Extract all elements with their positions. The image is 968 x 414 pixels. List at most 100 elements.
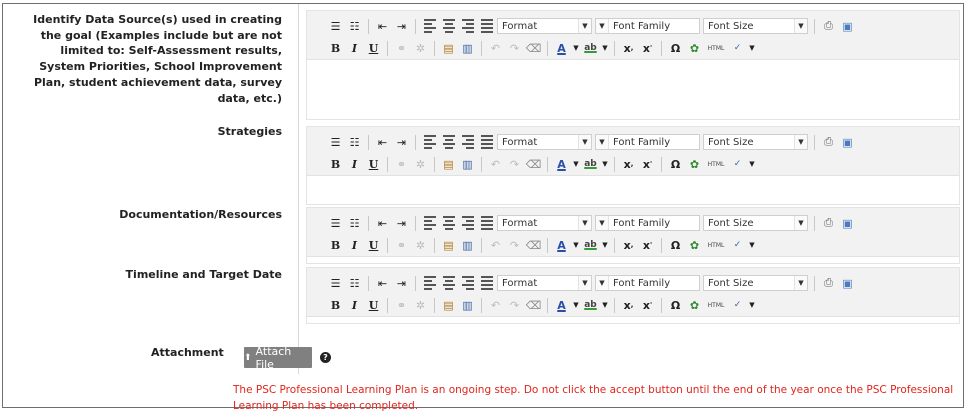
underline-button[interactable]: U: [365, 237, 382, 254]
align-left-icon[interactable]: [421, 275, 438, 292]
undo-icon[interactable]: ↶: [487, 156, 504, 173]
spellcheck-icon[interactable]: ✓: [729, 237, 746, 254]
numbered-list-icon[interactable]: ☷: [346, 18, 363, 35]
paste-text-icon[interactable]: ▤: [440, 156, 457, 173]
paste-word-icon[interactable]: ▥: [459, 156, 476, 173]
unlink-icon[interactable]: ✲: [412, 40, 429, 57]
highlight-color-icon[interactable]: ab: [582, 40, 599, 57]
font-family-dropdown[interactable]: ▼ Font Family: [595, 215, 700, 231]
eraser-icon[interactable]: ⌫: [525, 156, 542, 173]
fullscreen-icon[interactable]: ▣: [839, 134, 856, 151]
paste-word-icon[interactable]: ▥: [459, 40, 476, 57]
align-justify-icon[interactable]: [478, 134, 495, 151]
outdent-icon[interactable]: ⇤: [374, 134, 391, 151]
undo-icon[interactable]: ↶: [487, 237, 504, 254]
font-family-dropdown[interactable]: ▼ Font Family: [595, 134, 700, 150]
align-left-icon[interactable]: [421, 18, 438, 35]
bullet-list-icon[interactable]: ☰: [327, 215, 344, 232]
italic-button[interactable]: I: [346, 237, 363, 254]
numbered-list-icon[interactable]: ☷: [346, 275, 363, 292]
special-character-button[interactable]: Ω: [667, 237, 684, 254]
html-source-button[interactable]: HTML: [705, 40, 727, 57]
outdent-icon[interactable]: ⇤: [374, 275, 391, 292]
html-source-button[interactable]: HTML: [705, 156, 727, 173]
paste-text-icon[interactable]: ▤: [440, 237, 457, 254]
font-size-dropdown[interactable]: Font Size ▼: [703, 275, 808, 291]
eraser-icon[interactable]: ⌫: [525, 40, 542, 57]
highlight-color-icon[interactable]: ab: [582, 237, 599, 254]
align-right-icon[interactable]: [459, 215, 476, 232]
fullscreen-icon[interactable]: ▣: [839, 18, 856, 35]
redo-icon[interactable]: ↷: [506, 40, 523, 57]
fullscreen-icon[interactable]: ▣: [839, 275, 856, 292]
chevron-down-icon[interactable]: ▼: [601, 297, 609, 314]
font-family-dropdown[interactable]: ▼ Font Family: [595, 275, 700, 291]
help-icon[interactable]: ?: [320, 352, 331, 363]
link-icon[interactable]: ⚭: [393, 40, 410, 57]
bullet-list-icon[interactable]: ☰: [327, 275, 344, 292]
print-icon[interactable]: ⎙: [820, 215, 837, 232]
chevron-down-icon[interactable]: ▼: [748, 237, 756, 254]
spellcheck-icon[interactable]: ✓: [729, 297, 746, 314]
font-family-dropdown[interactable]: ▼ Font Family: [595, 18, 700, 34]
underline-button[interactable]: U: [365, 40, 382, 57]
spellcheck-icon[interactable]: ✓: [729, 156, 746, 173]
unlink-icon[interactable]: ✲: [412, 156, 429, 173]
print-icon[interactable]: ⎙: [820, 18, 837, 35]
redo-icon[interactable]: ↷: [506, 237, 523, 254]
undo-icon[interactable]: ↶: [487, 40, 504, 57]
superscript-button[interactable]: x ': [639, 40, 656, 57]
paste-word-icon[interactable]: ▥: [459, 237, 476, 254]
undo-icon[interactable]: ↶: [487, 297, 504, 314]
redo-icon[interactable]: ↷: [506, 156, 523, 173]
chevron-down-icon[interactable]: ▼: [601, 40, 609, 57]
superscript-button[interactable]: x ': [639, 156, 656, 173]
chevron-down-icon[interactable]: ▼: [748, 156, 756, 173]
superscript-button[interactable]: x ': [639, 237, 656, 254]
chevron-down-icon[interactable]: ▼: [572, 40, 580, 57]
indent-icon[interactable]: ⇥: [393, 275, 410, 292]
outdent-icon[interactable]: ⇤: [374, 215, 391, 232]
subscript-button[interactable]: x,: [620, 40, 637, 57]
editor-content-area[interactable]: [307, 317, 959, 372]
format-dropdown[interactable]: Format ▼: [497, 18, 592, 34]
print-icon[interactable]: ⎙: [820, 275, 837, 292]
align-right-icon[interactable]: [459, 134, 476, 151]
align-center-icon[interactable]: [440, 18, 457, 35]
subscript-button[interactable]: x,: [620, 297, 637, 314]
subscript-button[interactable]: x,: [620, 237, 637, 254]
italic-button[interactable]: I: [346, 40, 363, 57]
bold-button[interactable]: B: [327, 40, 344, 57]
html-source-button[interactable]: HTML: [705, 297, 727, 314]
align-justify-icon[interactable]: [478, 215, 495, 232]
align-left-icon[interactable]: [421, 215, 438, 232]
subscript-button[interactable]: x,: [620, 156, 637, 173]
format-dropdown[interactable]: Format ▼: [497, 134, 592, 150]
font-color-icon[interactable]: A: [553, 237, 570, 254]
outdent-icon[interactable]: ⇤: [374, 18, 391, 35]
editor-data-source[interactable]: ☰ ☷ ⇤ ⇥ Format ▼ ▼ Font Family Font Size ▼ …: [306, 10, 960, 120]
attach-file-button[interactable]: ⬆ Attach File: [244, 345, 312, 371]
unlink-icon[interactable]: ✲: [412, 297, 429, 314]
font-size-dropdown[interactable]: Font Size ▼: [703, 18, 808, 34]
font-color-icon[interactable]: A: [553, 40, 570, 57]
align-center-icon[interactable]: [440, 215, 457, 232]
format-dropdown[interactable]: Format ▼: [497, 275, 592, 291]
chevron-down-icon[interactable]: ▼: [748, 40, 756, 57]
eraser-icon[interactable]: ⌫: [525, 237, 542, 254]
image-icon[interactable]: ✿: [686, 237, 703, 254]
special-character-button[interactable]: Ω: [667, 156, 684, 173]
font-color-icon[interactable]: A: [553, 297, 570, 314]
special-character-button[interactable]: Ω: [667, 297, 684, 314]
image-icon[interactable]: ✿: [686, 40, 703, 57]
chevron-down-icon[interactable]: ▼: [572, 237, 580, 254]
paste-word-icon[interactable]: ▥: [459, 297, 476, 314]
highlight-color-icon[interactable]: ab: [582, 156, 599, 173]
chevron-down-icon[interactable]: ▼: [601, 156, 609, 173]
image-icon[interactable]: ✿: [686, 297, 703, 314]
redo-icon[interactable]: ↷: [506, 297, 523, 314]
special-character-button[interactable]: Ω: [667, 40, 684, 57]
chevron-down-icon[interactable]: ▼: [748, 297, 756, 314]
chevron-down-icon[interactable]: ▼: [572, 297, 580, 314]
html-source-button[interactable]: HTML: [705, 237, 727, 254]
